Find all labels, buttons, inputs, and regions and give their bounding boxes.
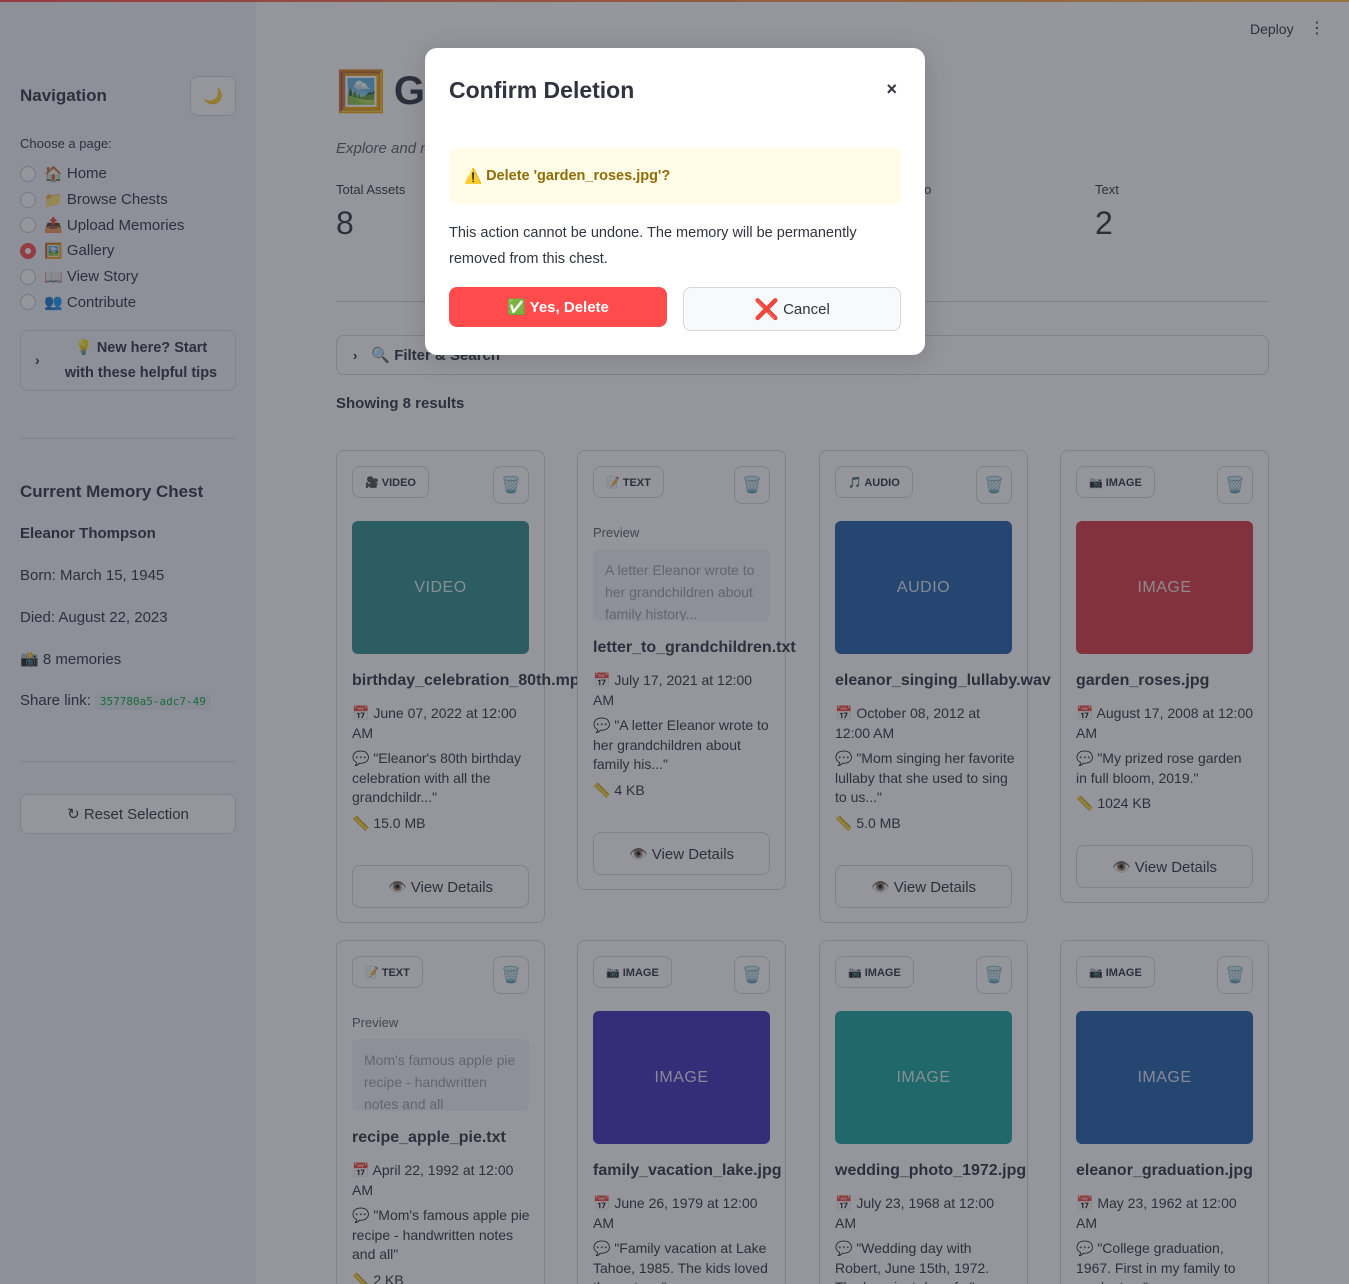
cancel-label: Cancel [783,300,830,318]
warning-icon: ⚠️ [464,168,483,185]
dialog-title: Confirm Deletion [449,77,635,103]
dialog-body-text: This action cannot be undone. The memory… [449,225,857,267]
warning-alert: ⚠️ Delete 'garden_roses.jpg'? [449,148,901,204]
close-icon[interactable]: × [886,79,897,100]
warning-text: Delete 'garden_roses.jpg'? [486,168,671,184]
cross-icon: ❌ [754,298,780,321]
confirm-delete-button[interactable]: ✅ Yes, Delete [449,287,667,327]
confirm-deletion-dialog: Confirm Deletion × ⚠️ Delete 'garden_ros… [425,48,925,355]
cancel-button[interactable]: ❌ Cancel [683,287,901,331]
